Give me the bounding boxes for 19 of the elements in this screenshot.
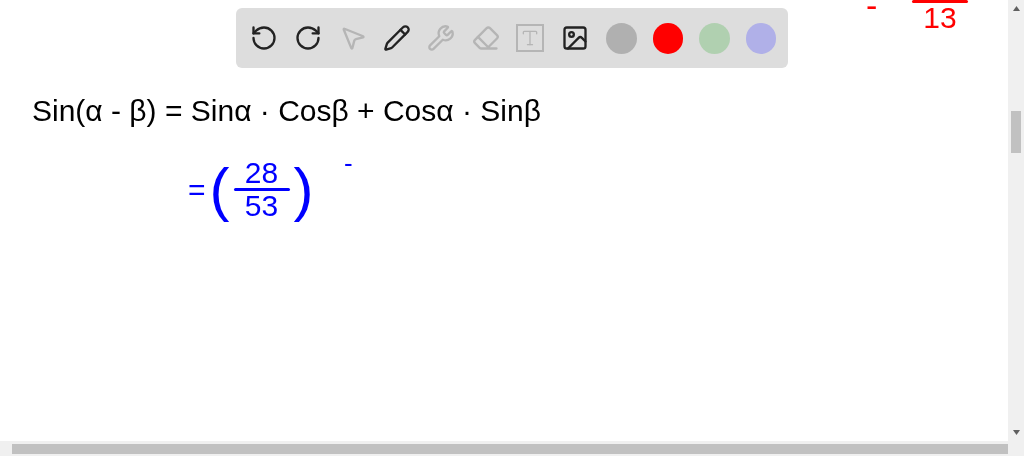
- color-swatch[interactable]: [745, 22, 776, 54]
- pencil-icon[interactable]: [381, 22, 413, 54]
- parenthesis: (: [209, 159, 230, 220]
- handwritten-text: =: [188, 174, 206, 205]
- color-swatch[interactable]: [652, 22, 684, 54]
- handwritten-text: -: [344, 150, 353, 176]
- scroll-thumb[interactable]: [1011, 111, 1021, 153]
- handwritten-text: Sin(α - β) = Sinα · Cosβ + Cosα · Sinβ: [32, 96, 541, 126]
- parenthesis: ): [293, 159, 314, 220]
- color-swatch[interactable]: [606, 22, 637, 54]
- vertical-scrollbar[interactable]: [1008, 0, 1024, 441]
- scroll-thumb[interactable]: [12, 443, 1008, 454]
- horizontal-scrollbar[interactable]: [0, 441, 1024, 456]
- color-swatch[interactable]: [699, 22, 730, 54]
- scroll-up-icon[interactable]: [1012, 6, 1020, 11]
- handwritten-fraction: 28 53: [233, 158, 290, 221]
- scroll-down-icon[interactable]: [1012, 430, 1020, 435]
- handwritten-fraction: 13: [912, 0, 968, 33]
- handwritten-text: -: [866, 0, 878, 22]
